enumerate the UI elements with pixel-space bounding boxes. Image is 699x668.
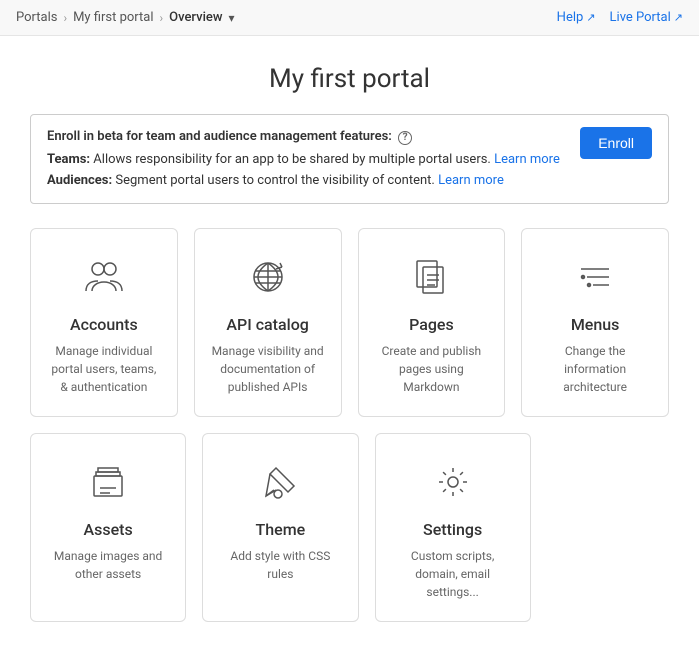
api-catalog-icon [244, 253, 292, 301]
menus-description: Change the information architecture [538, 342, 652, 396]
external-link-icon: ↗ [586, 11, 595, 24]
breadcrumb-current-page: Overview ▾ [169, 10, 236, 25]
theme-title: Theme [256, 520, 306, 539]
banner-teams-line: Teams: Allows responsibility for an app … [47, 150, 560, 171]
teams-learn-more-link[interactable]: Learn more [494, 152, 560, 167]
header: Portals › My first portal › Overview ▾ H… [0, 0, 699, 36]
menus-title: Menus [571, 315, 620, 334]
banner-text: Enroll in beta for team and audience man… [47, 127, 560, 191]
banner-audiences-line: Audiences: Segment portal users to contr… [47, 171, 560, 192]
assets-icon [84, 458, 132, 506]
header-actions: Help ↗ Live Portal ↗ [557, 10, 683, 25]
theme-icon [256, 458, 304, 506]
settings-icon [429, 458, 477, 506]
assets-title: Assets [84, 520, 133, 539]
enroll-button[interactable]: Enroll [580, 127, 652, 159]
card-settings[interactable]: Settings Custom scripts, domain, email se… [375, 433, 531, 622]
pages-title: Pages [409, 315, 454, 334]
pages-icon [407, 253, 455, 301]
api-catalog-description: Manage visibility and documentation of p… [211, 342, 325, 396]
theme-description: Add style with CSS rules [219, 547, 341, 583]
pages-description: Create and publish pages using Markdown [375, 342, 489, 396]
help-link[interactable]: Help ↗ [557, 10, 596, 25]
help-tooltip-icon[interactable]: ? [398, 131, 412, 145]
breadcrumb-sep-1: › [63, 11, 67, 25]
api-catalog-title: API catalog [226, 315, 308, 334]
breadcrumb-dropdown-button[interactable]: ▾ [227, 11, 237, 25]
cards-row-1: Accounts Manage individual portal users, … [30, 228, 669, 417]
breadcrumb: Portals › My first portal › Overview ▾ [16, 10, 237, 25]
live-portal-link[interactable]: Live Portal ↗ [610, 10, 683, 25]
card-api-catalog[interactable]: API catalog Manage visibility and documen… [194, 228, 342, 417]
breadcrumb-sep-2: › [160, 11, 164, 25]
page-title: My first portal [30, 36, 669, 114]
assets-description: Manage images and other assets [47, 547, 169, 583]
audiences-learn-more-link[interactable]: Learn more [438, 173, 504, 188]
main-content: My first portal Enroll in beta for team … [0, 36, 699, 668]
settings-description: Custom scripts, domain, email settings..… [392, 547, 514, 601]
enrollment-banner: Enroll in beta for team and audience man… [30, 114, 669, 204]
card-accounts[interactable]: Accounts Manage individual portal users, … [30, 228, 178, 417]
card-theme[interactable]: Theme Add style with CSS rules [202, 433, 358, 622]
live-portal-external-icon: ↗ [674, 11, 683, 24]
breadcrumb-portals[interactable]: Portals [16, 10, 57, 25]
banner-title: Enroll in beta for team and audience man… [47, 127, 560, 148]
accounts-description: Manage individual portal users, teams, &… [47, 342, 161, 396]
card-menus[interactable]: Menus Change the information architecture [521, 228, 669, 417]
settings-title: Settings [423, 520, 482, 539]
breadcrumb-portal-name[interactable]: My first portal [73, 10, 153, 25]
card-pages[interactable]: Pages Create and publish pages using Mark… [358, 228, 506, 417]
accounts-title: Accounts [70, 315, 138, 334]
cards-row-2: Assets Manage images and other assets The… [30, 433, 669, 622]
menus-icon [571, 253, 619, 301]
card-assets[interactable]: Assets Manage images and other assets [30, 433, 186, 622]
accounts-icon [80, 253, 128, 301]
